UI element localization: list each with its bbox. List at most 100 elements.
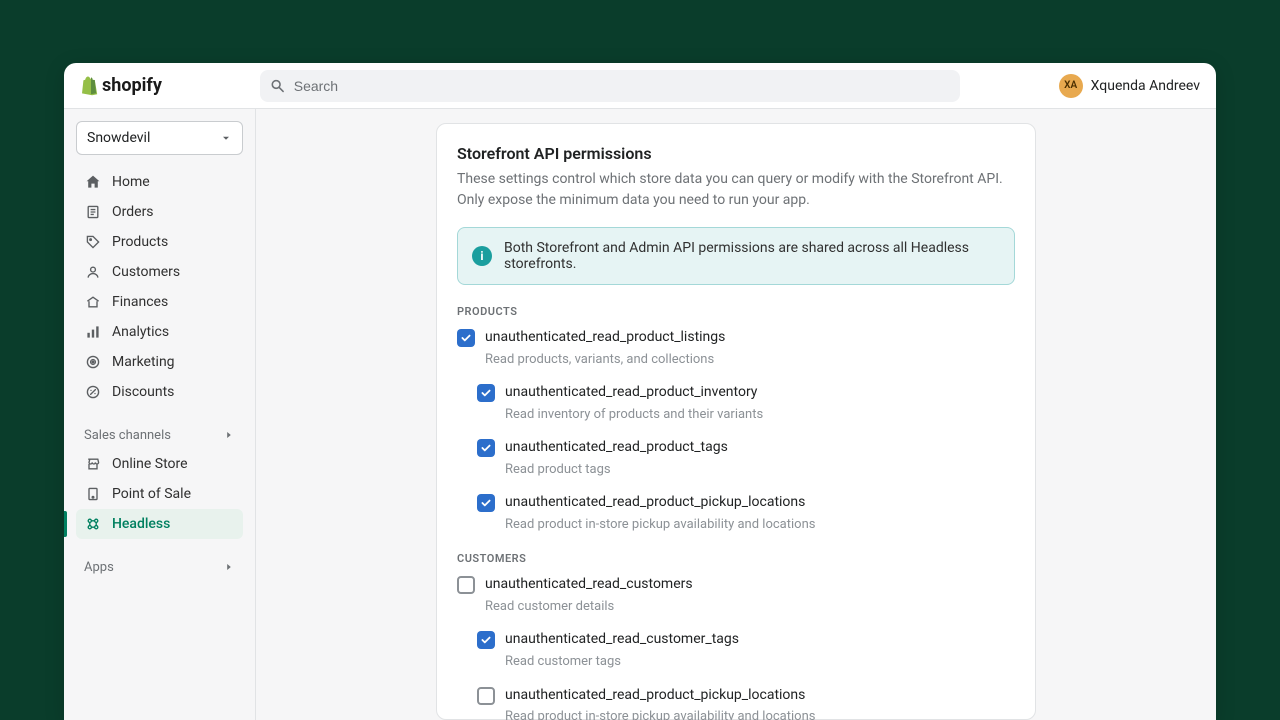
- store-selector[interactable]: Snowdevil: [76, 121, 243, 155]
- permission-row: unauthenticated_read_product_listingsRea…: [457, 328, 1015, 369]
- permission-text: unauthenticated_read_product_pickup_loca…: [505, 493, 1015, 534]
- permission-description: Read products, variants, and collections: [485, 350, 1015, 370]
- permission-name: unauthenticated_read_product_pickup_loca…: [505, 686, 1015, 706]
- sidebar-item-discounts[interactable]: Discounts: [76, 377, 243, 407]
- customers-icon: [84, 264, 102, 280]
- permission-name: unauthenticated_read_product_pickup_loca…: [505, 493, 1015, 513]
- permission-checkbox[interactable]: [457, 576, 475, 594]
- permission-row: unauthenticated_read_product_inventoryRe…: [477, 383, 1015, 424]
- permission-description: Read product tags: [505, 460, 1015, 480]
- card-description: These settings control which store data …: [457, 169, 1015, 211]
- permission-description: Read customer details: [485, 597, 1015, 617]
- sidebar-item-label: Orders: [112, 204, 154, 220]
- permission-text: unauthenticated_read_customer_tagsRead c…: [505, 630, 1015, 671]
- main-content: Storefront API permissions These setting…: [256, 109, 1216, 720]
- user-name: Xquenda Andreev: [1091, 78, 1200, 94]
- permission-row: unauthenticated_read_product_pickup_loca…: [477, 686, 1015, 720]
- sidebar-item-label: Headless: [112, 516, 170, 532]
- permission-checkbox[interactable]: [477, 439, 495, 457]
- store-name: Snowdevil: [87, 130, 150, 146]
- permission-text: unauthenticated_read_product_tagsRead pr…: [505, 438, 1015, 479]
- home-icon: [84, 174, 102, 190]
- sidebar: Snowdevil Home Orders Products Customers: [64, 109, 256, 720]
- logo[interactable]: shopify: [80, 75, 162, 96]
- apps-header[interactable]: Apps: [76, 553, 243, 581]
- permission-name: unauthenticated_read_product_inventory: [505, 383, 1015, 403]
- section-label: Apps: [84, 560, 114, 575]
- sidebar-item-label: Finances: [112, 294, 168, 310]
- user-menu[interactable]: XA Xquenda Andreev: [1059, 74, 1200, 98]
- store-icon: [84, 456, 102, 472]
- sidebar-item-label: Point of Sale: [112, 486, 191, 502]
- discounts-icon: [84, 384, 102, 400]
- sidebar-item-label: Discounts: [112, 384, 174, 400]
- sidebar-item-label: Online Store: [112, 456, 188, 472]
- permission-checkbox[interactable]: [477, 687, 495, 705]
- search-field[interactable]: [260, 70, 960, 102]
- sidebar-item-label: Customers: [112, 264, 180, 280]
- sidebar-item-products[interactable]: Products: [76, 227, 243, 257]
- marketing-icon: [84, 354, 102, 370]
- finances-icon: [84, 294, 102, 310]
- sidebar-item-marketing[interactable]: Marketing: [76, 347, 243, 377]
- avatar: XA: [1059, 74, 1083, 98]
- permission-text: unauthenticated_read_customersRead custo…: [485, 575, 1015, 616]
- permission-description: Read inventory of products and their var…: [505, 405, 1015, 425]
- section-label: Sales channels: [84, 428, 171, 443]
- sidebar-item-label: Analytics: [112, 324, 169, 340]
- topbar: shopify XA Xquenda Andreev: [64, 63, 1216, 109]
- sidebar-item-finances[interactable]: Finances: [76, 287, 243, 317]
- sidebar-item-orders[interactable]: Orders: [76, 197, 243, 227]
- body: Snowdevil Home Orders Products Customers: [64, 109, 1216, 720]
- brand-text: shopify: [102, 75, 162, 96]
- search-icon: [270, 78, 285, 94]
- search-wrap: [178, 70, 1043, 102]
- sidebar-item-label: Home: [112, 174, 150, 190]
- permission-name: unauthenticated_read_product_listings: [485, 328, 1015, 348]
- sidebar-item-analytics[interactable]: Analytics: [76, 317, 243, 347]
- permission-description: Read customer tags: [505, 652, 1015, 672]
- chevron-down-icon: [220, 132, 232, 144]
- permission-text: unauthenticated_read_product_pickup_loca…: [505, 686, 1015, 720]
- permission-row: unauthenticated_read_product_pickup_loca…: [477, 493, 1015, 534]
- permission-text: unauthenticated_read_product_listingsRea…: [485, 328, 1015, 369]
- section-customers: CUSTOMERS unauthenticated_read_customers…: [457, 552, 1015, 720]
- section-label: PRODUCTS: [457, 305, 1015, 318]
- shopify-bag-icon: [80, 76, 98, 96]
- info-banner: i Both Storefront and Admin API permissi…: [457, 227, 1015, 285]
- chevron-right-icon: [223, 561, 235, 573]
- permission-checkbox[interactable]: [477, 384, 495, 402]
- sidebar-item-home[interactable]: Home: [76, 167, 243, 197]
- permission-description: Read product in-store pickup availabilit…: [505, 707, 1015, 720]
- permission-row: unauthenticated_read_product_tagsRead pr…: [477, 438, 1015, 479]
- section-label: CUSTOMERS: [457, 552, 1015, 565]
- sales-channels-header[interactable]: Sales channels: [76, 421, 243, 449]
- banner-text: Both Storefront and Admin API permission…: [504, 240, 1000, 272]
- sidebar-item-online-store[interactable]: Online Store: [76, 449, 243, 479]
- sidebar-item-pos[interactable]: Point of Sale: [76, 479, 243, 509]
- chevron-right-icon: [223, 429, 235, 441]
- permission-name: unauthenticated_read_customer_tags: [505, 630, 1015, 650]
- permission-description: Read product in-store pickup availabilit…: [505, 515, 1015, 535]
- permission-checkbox[interactable]: [477, 494, 495, 512]
- sidebar-item-label: Marketing: [112, 354, 175, 370]
- analytics-icon: [84, 324, 102, 340]
- headless-icon: [84, 516, 102, 532]
- info-icon: i: [472, 246, 492, 266]
- permission-checkbox[interactable]: [457, 329, 475, 347]
- sidebar-item-label: Products: [112, 234, 168, 250]
- permission-name: unauthenticated_read_product_tags: [505, 438, 1015, 458]
- search-input[interactable]: [294, 78, 951, 94]
- pos-icon: [84, 486, 102, 502]
- sidebar-item-headless[interactable]: Headless: [76, 509, 243, 539]
- orders-icon: [84, 204, 102, 220]
- app-frame: shopify XA Xquenda Andreev Snowdevil Hom…: [64, 63, 1216, 720]
- permission-checkbox[interactable]: [477, 631, 495, 649]
- permissions-card: Storefront API permissions These setting…: [436, 123, 1036, 720]
- sidebar-item-customers[interactable]: Customers: [76, 257, 243, 287]
- card-title: Storefront API permissions: [457, 144, 1015, 163]
- permission-name: unauthenticated_read_customers: [485, 575, 1015, 595]
- section-products: PRODUCTS unauthenticated_read_product_li…: [457, 305, 1015, 534]
- products-icon: [84, 234, 102, 250]
- permission-text: unauthenticated_read_product_inventoryRe…: [505, 383, 1015, 424]
